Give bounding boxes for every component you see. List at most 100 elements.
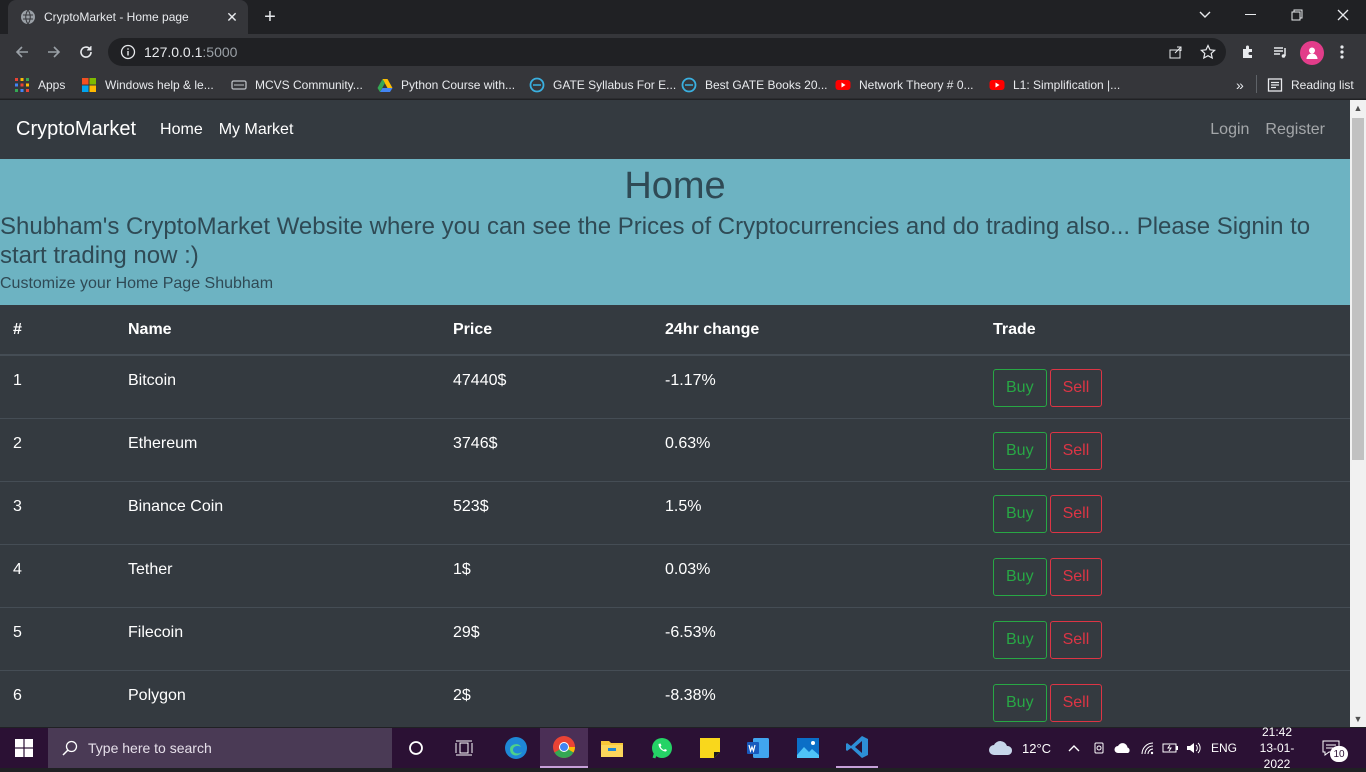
sell-button[interactable]: Sell	[1049, 557, 1103, 596]
sell-button[interactable]: Sell	[1049, 369, 1103, 407]
tray-clock[interactable]: 21:42 13-01-2022	[1254, 725, 1300, 771]
browser-tab[interactable]: CryptoMarket - Home page ✕	[8, 0, 248, 34]
bookmark-gate-books[interactable]: Best GATE Books 20...	[681, 75, 828, 95]
taskbar-whatsapp[interactable]	[642, 728, 682, 768]
bookmark-label: Network Theory # 0...	[859, 78, 974, 92]
sell-button[interactable]: Sell	[1049, 494, 1103, 533]
column-header-number: #	[0, 305, 115, 356]
taskbar-edge[interactable]	[496, 728, 536, 768]
buy-button[interactable]: Buy	[993, 620, 1047, 659]
tray-battery[interactable]	[1162, 728, 1180, 768]
coin-name: Ethereum	[115, 417, 440, 481]
url-port: :5000	[202, 44, 238, 60]
minimize-button[interactable]	[1228, 0, 1274, 30]
tray-onedrive[interactable]	[1114, 728, 1132, 768]
hero-note: Customize your Home Page Shubham	[0, 275, 274, 292]
bookmark-simplification[interactable]: L1: Simplification |...	[989, 75, 1120, 95]
sell-button[interactable]: Sell	[1049, 431, 1103, 470]
language-indicator: ENG	[1211, 741, 1238, 755]
bookmark-windows-help[interactable]: Windows help & le...	[81, 75, 214, 95]
buy-button[interactable]: Buy	[993, 369, 1047, 407]
cortana-button[interactable]	[398, 728, 434, 768]
profile-avatar[interactable]	[1300, 41, 1324, 65]
task-view-icon	[455, 740, 473, 756]
buy-button[interactable]: Buy	[993, 431, 1047, 470]
search-icon	[62, 740, 78, 756]
new-tab-button[interactable]: +	[256, 4, 284, 30]
taskbar-chrome-active[interactable]	[540, 728, 588, 768]
scrollbar-thumb[interactable]	[1352, 118, 1364, 460]
coin-change: 1.5%	[652, 480, 980, 544]
site-navbar: CryptoMarket Home My Market Login Regist…	[0, 100, 1350, 159]
scroll-up-arrow-icon[interactable]: ▲	[1350, 100, 1366, 116]
scroll-down-arrow-icon[interactable]: ▼	[1350, 711, 1366, 727]
folder-icon	[601, 741, 623, 757]
sell-button[interactable]: Sell	[1049, 620, 1103, 659]
row-number: 3	[0, 480, 115, 544]
close-window-button[interactable]	[1320, 0, 1366, 30]
back-button[interactable]	[8, 38, 36, 66]
reload-button[interactable]	[72, 38, 100, 66]
brand-logo[interactable]: CryptoMarket	[16, 118, 136, 141]
buy-button[interactable]: Buy	[993, 494, 1047, 533]
bookmark-gate-syllabus[interactable]: GATE Syllabus For E...	[529, 75, 676, 95]
site-info-icon[interactable]	[120, 44, 136, 60]
close-tab-icon[interactable]: ✕	[222, 7, 242, 27]
bookmark-star-icon[interactable]	[1200, 44, 1216, 60]
task-view-button[interactable]	[446, 728, 482, 768]
cloud-weather-icon	[989, 741, 1013, 755]
bookmark-python-course[interactable]: Python Course with...	[377, 75, 515, 95]
bookmark-label: Windows help & le...	[105, 78, 214, 92]
buy-button[interactable]: Buy	[993, 683, 1047, 722]
nav-link-my-market[interactable]: My Market	[219, 121, 294, 139]
bookmarks-overflow-button[interactable]: »	[1236, 75, 1244, 95]
coin-price: 1$	[440, 543, 652, 607]
row-number: 6	[0, 669, 115, 727]
browser-menu-button[interactable]	[1328, 38, 1356, 66]
extensions-button[interactable]	[1234, 38, 1262, 66]
coin-change: 0.03%	[652, 543, 980, 607]
table-row: 3 Binance Coin 523$ 1.5% Buy Sell	[0, 480, 1350, 544]
web-page: CryptoMarket Home My Market Login Regist…	[0, 100, 1350, 727]
sell-button[interactable]: Sell	[1049, 683, 1103, 722]
taskbar-search-box[interactable]: Type here to search	[48, 728, 392, 768]
bookmark-mcvs[interactable]: MCVS Community...	[231, 75, 363, 95]
reading-list-button[interactable]: Reading list	[1267, 75, 1354, 95]
column-header-name: Name	[115, 305, 440, 356]
tray-language[interactable]: ENG	[1211, 728, 1237, 768]
trade-cell: Buy Sell	[980, 543, 1350, 607]
login-link[interactable]: Login	[1210, 121, 1249, 139]
taskbar-sticky-notes[interactable]	[690, 728, 730, 768]
taskbar-photos[interactable]	[788, 728, 828, 768]
tab-search-chevron-icon[interactable]	[1182, 0, 1228, 30]
tray-device-icon[interactable]	[1092, 728, 1106, 768]
start-button[interactable]	[0, 728, 48, 768]
action-center-button[interactable]: 10	[1322, 728, 1348, 768]
bookmark-network-theory[interactable]: Network Theory # 0...	[835, 75, 974, 95]
tray-overflow-button[interactable]	[1068, 728, 1080, 768]
forward-button[interactable]	[40, 38, 68, 66]
tray-volume[interactable]	[1186, 728, 1202, 768]
coin-change: -6.53%	[652, 606, 980, 670]
share-icon[interactable]	[1168, 44, 1184, 60]
weather-widget[interactable]: 12°C	[988, 728, 1051, 768]
trade-cell: Buy Sell	[980, 606, 1350, 670]
taskbar-vscode[interactable]	[836, 728, 878, 768]
browser-toolbar: 127.0.0.1:5000	[0, 34, 1366, 70]
nav-link-home[interactable]: Home	[160, 121, 203, 139]
buy-button[interactable]: Buy	[993, 557, 1047, 596]
taskbar-word[interactable]	[738, 728, 778, 768]
tray-wifi[interactable]	[1140, 728, 1156, 768]
page-scrollbar[interactable]: ▲ ▼	[1350, 100, 1366, 727]
bookmark-apps[interactable]: Apps	[14, 75, 65, 95]
cortana-circle-icon	[409, 741, 423, 755]
weather-temp: 12°C	[1022, 740, 1052, 756]
taskbar-file-explorer[interactable]	[592, 728, 632, 768]
register-link[interactable]: Register	[1265, 121, 1325, 139]
restore-button[interactable]	[1274, 0, 1320, 30]
media-control-button[interactable]	[1266, 38, 1294, 66]
bookmark-label: L1: Simplification |...	[1013, 78, 1121, 92]
address-bar[interactable]: 127.0.0.1:5000	[108, 38, 1226, 66]
table-header-row: # Name Price 24hr change Trade	[0, 305, 1350, 356]
bookmark-label: Apps	[38, 78, 66, 92]
